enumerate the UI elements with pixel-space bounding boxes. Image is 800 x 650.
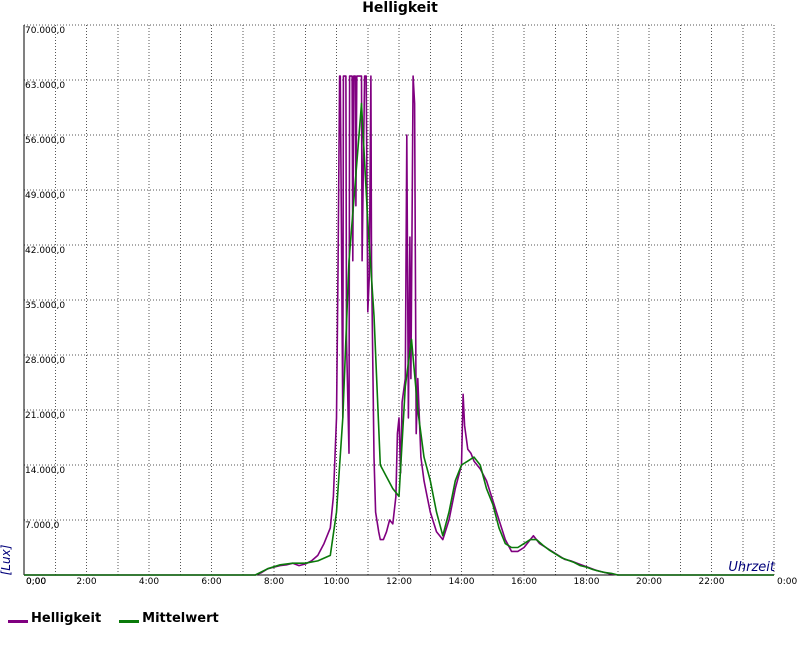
legend-item-mittelwert: Mittelwert	[119, 611, 219, 626]
legend-swatch-mittelwert	[119, 619, 140, 623]
legend-item-helligkeit: Helligkeit	[8, 611, 101, 626]
x-tick-label: 4:00	[139, 577, 159, 587]
x-tick-label: 18:00	[574, 577, 600, 587]
y-axis-label: [Lux]	[0, 544, 13, 575]
x-tick-label: 16:00	[511, 577, 537, 587]
y-tick-label: 14.000,0	[25, 466, 65, 476]
legend-label-helligkeit: Helligkeit	[31, 610, 102, 626]
x-tick-label: 0:00	[26, 577, 46, 587]
series-line-mittelwert	[24, 102, 774, 576]
y-tick-label: 42.000,0	[25, 246, 65, 256]
chart-area: 0,007.000,014.000,021.000,028.000,035.00…	[0, 24, 797, 587]
x-tick-label: 14:00	[449, 577, 475, 587]
y-tick-label: 49.000,0	[25, 191, 65, 201]
x-tick-label: 6:00	[201, 577, 221, 587]
chart-legend: Helligkeit Mittelwert	[8, 608, 237, 628]
y-tick-label: 7.000,0	[25, 521, 60, 531]
y-tick-label: 70.000,0	[25, 26, 65, 36]
x-tick-label: 12:00	[386, 577, 412, 587]
x-tick-label: 8:00	[264, 577, 284, 587]
y-tick-label: 21.000,0	[25, 411, 65, 421]
y-tick-label: 28.000,0	[25, 356, 65, 366]
y-tick-label: 56.000,0	[25, 136, 65, 146]
legend-swatch-helligkeit	[8, 619, 28, 623]
x-tick-label: 22:00	[699, 577, 725, 587]
x-axis-label: Uhrzeit	[728, 560, 776, 575]
x-tick-label: 2:00	[76, 577, 96, 587]
y-tick-label: 63.000,0	[25, 81, 65, 91]
x-tick-label: 10:00	[324, 577, 350, 587]
y-tick-label: 35.000,0	[25, 301, 65, 311]
x-tick-label: 0:00	[777, 577, 797, 587]
legend-label-mittelwert: Mittelwert	[142, 610, 219, 626]
x-tick-label: 20:00	[636, 577, 662, 587]
